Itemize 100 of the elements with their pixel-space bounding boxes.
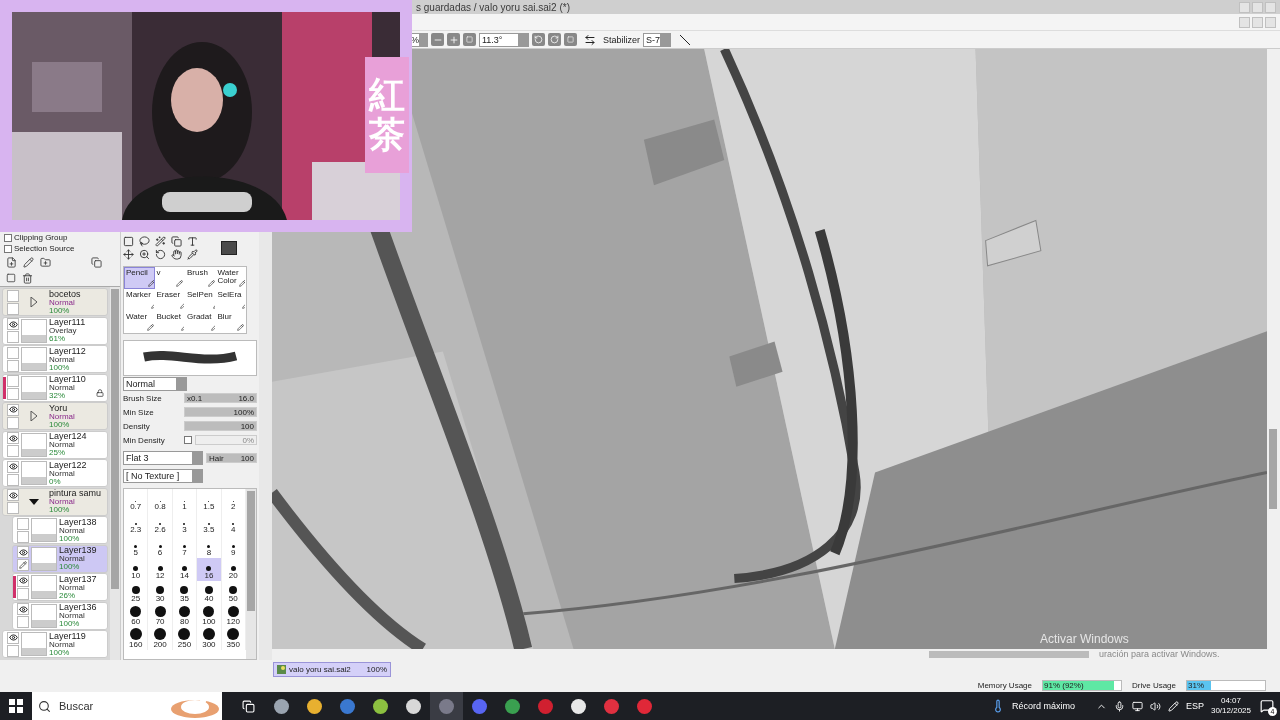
layer-row[interactable]: Layer112 Normal 100% (2, 345, 108, 373)
checkbox[interactable] (4, 233, 12, 242)
tool-button[interactable]: Eraser (154, 289, 185, 311)
checkbox[interactable] (4, 244, 12, 253)
layer-thumbnail (21, 375, 47, 400)
checkbox[interactable] (184, 436, 192, 444)
tool-button[interactable]: Gradat (185, 311, 216, 333)
visibility-toggle[interactable] (7, 289, 19, 302)
tool-button[interactable]: Pencil (124, 267, 155, 289)
volume-icon[interactable] (1149, 700, 1161, 712)
visibility-toggle[interactable] (17, 574, 29, 587)
visibility-toggle[interactable] (7, 432, 19, 444)
blend-dropdown[interactable]: Normal (123, 377, 187, 391)
language-indicator[interactable]: ESP (1185, 701, 1204, 711)
layer-row[interactable]: Layer111 Overlay 61% (2, 316, 108, 345)
zoom-icon[interactable] (139, 249, 150, 260)
slider[interactable]: 100 (184, 421, 257, 431)
layer-row[interactable]: Layer139 Normal 100% (12, 544, 108, 573)
layer-row[interactable]: bocetos Normal 100% (2, 288, 108, 316)
document-tab[interactable]: valo yoru sai.sai2 100% (273, 661, 391, 677)
tool-button[interactable]: Water Color (215, 267, 246, 289)
visibility-toggle[interactable] (7, 631, 19, 644)
activation-hint: uración para activar Windows. (1099, 649, 1220, 659)
task-view-icon (242, 699, 255, 713)
folder-toggle-icon[interactable] (29, 297, 39, 307)
angle-dropdown[interactable]: 11.3° (479, 32, 529, 47)
visibility-toggle[interactable] (7, 403, 19, 416)
reset-zoom-button[interactable] (463, 33, 476, 46)
tool-button[interactable]: SelPen (185, 289, 216, 311)
layer-name: Layer138 (59, 517, 97, 527)
layer-row[interactable]: Layer122 Normal 0% (2, 459, 108, 487)
visibility-toggle[interactable] (17, 517, 29, 530)
network-icon[interactable] (1131, 700, 1143, 712)
tool-button[interactable]: Marker (124, 289, 155, 311)
scrollbar[interactable] (246, 489, 256, 659)
select-icon[interactable] (123, 236, 134, 247)
color-swatch[interactable] (221, 241, 237, 255)
visibility-toggle[interactable] (7, 346, 19, 359)
tool-button[interactable]: Water (124, 311, 155, 333)
rotate-left-button[interactable] (532, 33, 545, 46)
line-icon[interactable] (680, 34, 690, 45)
lasso-icon[interactable] (139, 236, 150, 247)
usage-value: 91% (92%) (1043, 680, 1084, 690)
folder-toggle-icon[interactable] (29, 496, 39, 507)
layer-icon[interactable] (171, 236, 182, 247)
pen-icon[interactable] (1167, 700, 1179, 712)
tool-button[interactable]: SelEra (215, 289, 246, 311)
tool-button[interactable]: Brush (185, 267, 216, 289)
mask-icon[interactable] (6, 273, 16, 283)
visibility-toggle[interactable] (7, 375, 19, 387)
hand-icon[interactable] (171, 249, 182, 260)
visibility-toggle[interactable] (17, 603, 29, 615)
rotate-right-button[interactable] (548, 33, 561, 46)
texture-dropdown[interactable]: [ No Texture ] (123, 469, 203, 483)
visibility-toggle[interactable] (17, 546, 29, 558)
layer-row[interactable]: Layer119 Normal 100% (2, 630, 108, 658)
stabilizer-dropdown[interactable]: S-7 (643, 32, 671, 47)
layer-row[interactable]: Layer137 Normal 26% (12, 573, 108, 601)
scrollbar[interactable] (110, 287, 120, 660)
eye-icon (8, 319, 18, 329)
brush-size-preset[interactable]: 16 (197, 558, 222, 581)
visibility-toggle[interactable] (7, 460, 19, 473)
rotate-left-icon (534, 35, 543, 44)
layer-row[interactable]: Layer110 Normal 32% (2, 373, 108, 402)
flip-icon[interactable] (584, 33, 596, 46)
layer-row[interactable]: pintura samu Normal 100% (2, 487, 108, 516)
tool-button[interactable]: Blur (215, 311, 246, 333)
layer-name: Layer136 (59, 603, 97, 612)
setting-label: Hair (209, 453, 224, 463)
layer-opacity: 100% (59, 534, 81, 543)
new-layer-icon[interactable] (6, 256, 17, 268)
search-field[interactable]: Buscar (32, 692, 222, 720)
eyedropper-icon[interactable] (187, 249, 198, 260)
layer-row[interactable]: Layer124 Normal 25% (2, 430, 108, 459)
layer-row[interactable]: Layer136 Normal 100% (12, 601, 108, 630)
visibility-toggle[interactable] (7, 318, 19, 330)
trash-icon[interactable] (22, 272, 33, 284)
visibility-toggle[interactable] (7, 489, 19, 501)
new-folder-icon[interactable] (40, 256, 51, 268)
layer-row[interactable]: Yoru Normal 100% (2, 402, 108, 430)
folder-toggle-icon[interactable] (29, 411, 39, 421)
tool-button[interactable]: Bucket (154, 311, 185, 333)
text-icon[interactable] (187, 236, 198, 247)
move-icon[interactable] (123, 249, 134, 260)
slider[interactable]: Hair 100 (206, 453, 257, 463)
microphone-icon[interactable] (1113, 700, 1125, 712)
zoom-in-button[interactable] (447, 33, 460, 46)
blend-mode: Normal (49, 640, 75, 649)
brush-shape-dropdown[interactable]: Flat 3 (123, 451, 203, 465)
rotate-icon[interactable] (155, 249, 166, 260)
clock[interactable]: 04:07 30/12/2025 (1210, 696, 1251, 716)
copy-layer-icon[interactable] (91, 256, 102, 268)
reset-rotation-button[interactable] (564, 33, 577, 46)
usage-label: Memory Usage (977, 680, 1032, 690)
slider[interactable]: 100% (184, 407, 257, 417)
setting-label: Brush Size (123, 393, 163, 403)
pen-layer-icon[interactable] (23, 256, 34, 268)
slider[interactable]: x0.1 16.0 (184, 393, 257, 403)
layer-row[interactable]: Layer138 Normal 100% (12, 516, 108, 544)
magic-wand-icon[interactable] (155, 236, 166, 247)
